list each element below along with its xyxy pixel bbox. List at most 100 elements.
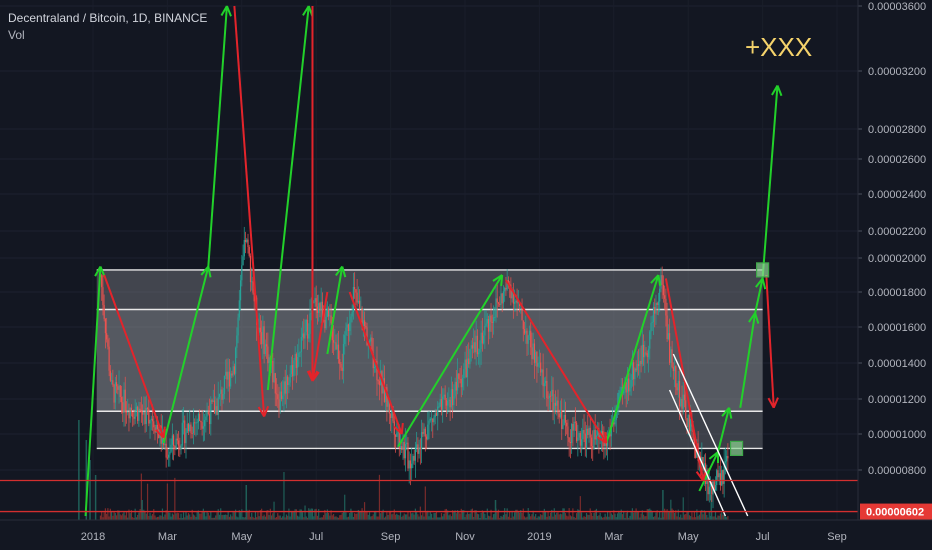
candle-body	[666, 315, 668, 339]
candle-body	[197, 413, 199, 423]
candle-body	[204, 420, 206, 427]
candle-body	[115, 382, 118, 387]
volume-bar	[702, 514, 704, 520]
candle-body	[264, 344, 266, 354]
volume-bar	[522, 508, 524, 520]
candle-body	[283, 381, 285, 396]
volume-bar	[450, 516, 452, 520]
candle-body	[469, 349, 471, 365]
candle-body	[683, 394, 686, 401]
volume-bar	[99, 515, 102, 520]
volume-bar	[339, 515, 341, 520]
volume-bar	[318, 509, 320, 520]
candle-body	[106, 333, 108, 340]
volume-bar	[589, 508, 591, 520]
candle-body	[340, 363, 342, 368]
volume-bar	[362, 512, 364, 520]
candle-body	[396, 433, 398, 437]
volume-bar	[504, 508, 506, 520]
candle-body	[587, 428, 589, 435]
volume-bar	[571, 516, 573, 520]
candle-body	[142, 412, 144, 415]
candle-body	[474, 342, 476, 353]
candle-body	[485, 323, 487, 326]
volume-bar	[721, 512, 723, 520]
candle-body	[394, 434, 397, 437]
candle-body	[179, 445, 181, 450]
candle-body	[399, 446, 402, 449]
volume-bar	[180, 513, 182, 520]
candle-body	[177, 440, 180, 446]
candle-body	[644, 352, 646, 358]
volume-bar	[704, 511, 707, 520]
candle-body	[349, 322, 351, 331]
volume-bar	[245, 485, 248, 520]
candle-body	[556, 400, 558, 406]
candle-body	[107, 339, 109, 347]
candle-body	[113, 384, 115, 403]
candle-body	[688, 415, 691, 432]
volume-bar	[470, 509, 472, 520]
volume-bar	[414, 508, 416, 520]
volume-bar	[185, 512, 187, 520]
candle-body	[549, 395, 552, 397]
candle-body	[168, 454, 170, 458]
volume-bar	[714, 511, 717, 520]
volume-bar	[673, 512, 676, 520]
volume-bar	[264, 516, 266, 520]
volume-bar	[690, 516, 692, 520]
price-chart[interactable]: 0.00003600 0.00003200 0.00002800 0.00002600…	[0, 0, 932, 550]
volume-bar	[564, 513, 567, 520]
volume-bar	[487, 515, 490, 520]
volume-label[interactable]: Vol	[8, 27, 207, 44]
chart-annotation: +XXX	[745, 32, 812, 62]
candle-body	[176, 438, 178, 441]
volume-bar	[566, 515, 568, 520]
candle-body	[332, 340, 335, 343]
candle-body	[164, 443, 166, 446]
time-tick-label: Jul	[756, 531, 770, 543]
candle-body	[574, 421, 576, 423]
candle-body	[220, 389, 222, 394]
volume-bar	[294, 509, 296, 520]
volume-bar	[409, 510, 412, 520]
volume-bar	[559, 513, 562, 520]
volume-bar	[425, 512, 428, 520]
volume-bar	[407, 511, 409, 520]
candle-body	[716, 470, 718, 486]
candle-body	[678, 381, 681, 407]
volume-bar	[115, 515, 118, 520]
candle-body	[464, 359, 466, 370]
candle-body	[184, 420, 186, 444]
volume-bar	[424, 486, 426, 520]
candle-body	[112, 380, 114, 385]
candle-body	[721, 470, 723, 486]
candle-body	[171, 435, 173, 445]
candle-body	[218, 393, 221, 398]
volume-bar	[670, 499, 672, 520]
channel-band-lower	[96, 411, 763, 449]
volume-bar	[506, 508, 508, 520]
volume-bar	[655, 512, 657, 520]
volume-bar	[629, 515, 631, 520]
candle-body	[536, 352, 538, 367]
price-tick-label: 0.00003200	[868, 66, 926, 78]
candle-body	[670, 349, 672, 363]
volume-bar	[288, 508, 290, 520]
candle-body	[466, 358, 469, 378]
candle-body	[722, 470, 724, 484]
volume-bar	[258, 516, 260, 520]
candle-body	[567, 426, 569, 438]
symbol-title[interactable]: Decentraland / Bitcoin, 1D, BINANCE	[8, 10, 207, 27]
candle-body	[671, 349, 673, 368]
candle-body	[222, 394, 224, 400]
candle-body	[165, 443, 167, 458]
price-tick-label: 0.00001800	[868, 287, 926, 299]
candle-body	[652, 306, 655, 323]
candle-body	[266, 344, 268, 347]
candle-body	[499, 303, 501, 306]
candle-body	[478, 352, 480, 355]
candle-body	[548, 395, 550, 399]
candle-body	[339, 359, 341, 364]
volume-bar	[251, 512, 253, 520]
